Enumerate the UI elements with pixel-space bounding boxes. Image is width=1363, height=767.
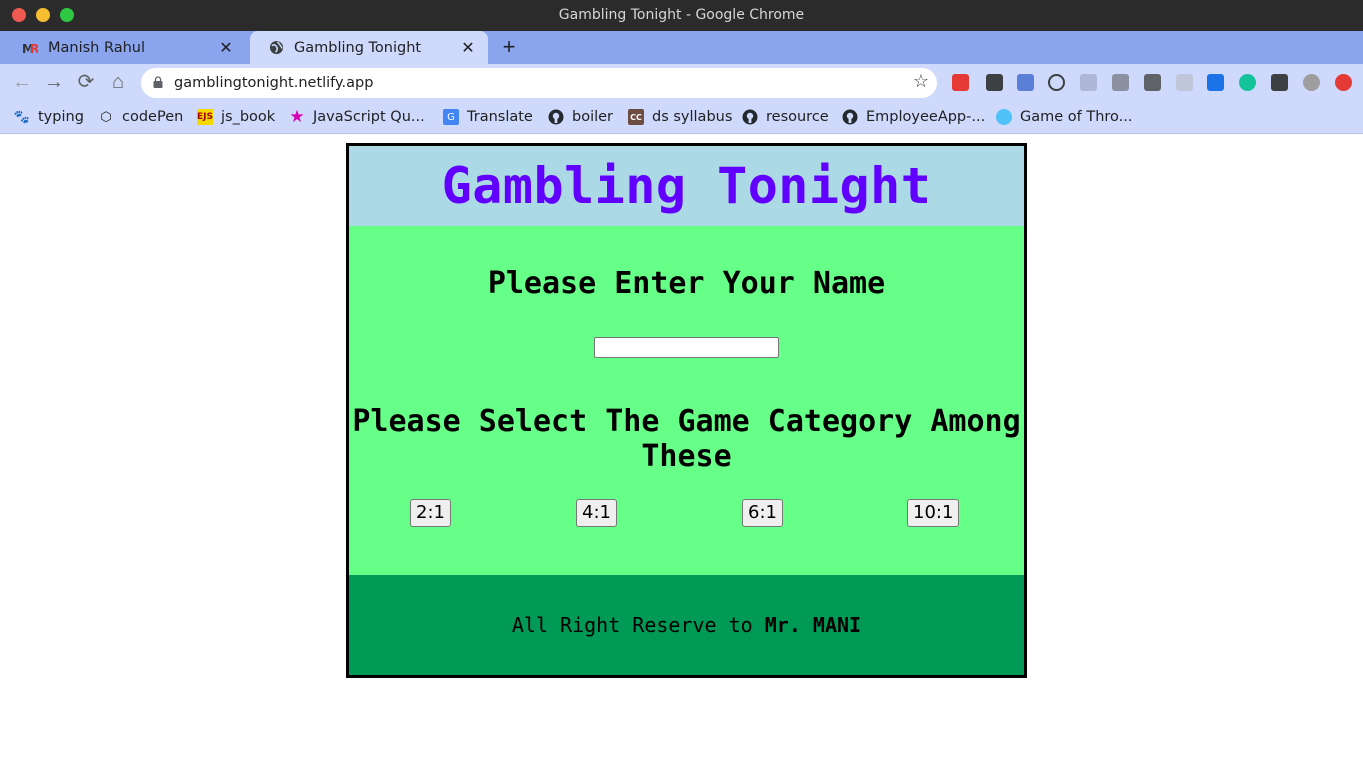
tab-strip: MR Manish Rahul ✕ Gambling Tonight ✕ + (0, 31, 1363, 64)
svg-text:R: R (30, 42, 38, 55)
forward-arrow-icon[interactable]: → (42, 70, 66, 94)
home-icon[interactable]: ⌂ (106, 70, 130, 94)
back-arrow-icon[interactable]: ← (10, 70, 34, 94)
category-prompt: Please Select The Game Category Among Th… (352, 404, 1021, 474)
bookmark-game-of-thrones[interactable]: Game of Thro... (996, 101, 1133, 133)
bookmark-label: ds syllabus (652, 109, 733, 125)
github-icon (842, 109, 858, 125)
extension-bars-icon[interactable] (1144, 74, 1161, 91)
card-header: Gambling Tonight (349, 146, 1024, 226)
cc-icon: CC (628, 109, 644, 125)
odds-6-1-button[interactable]: 6:1 (742, 499, 783, 527)
game-card: Gambling Tonight Please Enter Your Name … (346, 143, 1027, 678)
tab-manish-rahul[interactable]: MR Manish Rahul ✕ (4, 31, 246, 64)
paw-icon: 🐾 (13, 109, 31, 125)
extension-dot-icon[interactable] (1176, 74, 1193, 91)
bookmarks-bar: 🐾 typing ⬡ codePen EJS js_book ★ JavaScript … (0, 101, 1363, 134)
bookmark-label: Game of Thro... (1020, 109, 1133, 125)
bookmark-js-book[interactable]: EJS js_book (197, 101, 275, 133)
name-prompt: Please Enter Your Name (487, 266, 886, 301)
github-icon (742, 109, 758, 125)
extension-react-icon[interactable] (1080, 74, 1097, 91)
bookmark-codepen[interactable]: ⬡ codePen (98, 101, 183, 133)
address-bar[interactable]: gamblingtonight.netlify.app ☆ (141, 68, 937, 98)
extension-red-icon[interactable] (952, 74, 969, 91)
mr-favicon-icon: MR (22, 40, 38, 56)
grammarly-icon[interactable] (1239, 74, 1256, 91)
bookmark-javascript-qu[interactable]: ★ JavaScript Qu... (289, 101, 425, 133)
name-input[interactable] (594, 337, 779, 358)
card-footer: All Right Reserve to Mr. MANI (349, 575, 1024, 675)
bookmark-label: boiler (572, 109, 614, 125)
bookmark-translate[interactable]: G Translate (443, 101, 533, 133)
page-viewport: Gambling Tonight Please Enter Your Name … (0, 135, 1363, 767)
window-title: Gambling Tonight - Google Chrome (558, 7, 805, 23)
tab-close-icon[interactable]: ✕ (460, 38, 476, 57)
bookmark-label: Translate (467, 109, 533, 125)
odds-2-1-button[interactable]: 2:1 (410, 499, 451, 527)
extension-circle-icon[interactable] (1048, 74, 1065, 91)
tab-gambling-tonight[interactable]: Gambling Tonight ✕ (250, 31, 488, 64)
extension-badge-icon[interactable] (1017, 74, 1034, 91)
globe-icon (268, 40, 284, 56)
browser-toolbar: ← → ⟳ ⌂ gamblingtonight.netlify.app ☆ (0, 64, 1363, 101)
tab-label: Gambling Tonight (294, 39, 422, 56)
github-icon (548, 109, 564, 125)
bookmark-label: EmployeeApp-... (866, 109, 986, 125)
translate-icon: G (443, 109, 459, 125)
lock-icon (153, 76, 163, 88)
got-icon (996, 109, 1012, 125)
star-pink-icon: ★ (289, 107, 305, 127)
url-text: gamblingtonight.netlify.app (174, 75, 374, 91)
bookmark-star-icon[interactable]: ☆ (913, 71, 929, 92)
tab-close-icon[interactable]: ✕ (218, 38, 234, 57)
footer-text: All Right Reserve to (511, 613, 753, 637)
extension-send-icon[interactable] (1207, 74, 1224, 91)
update-arrow-icon[interactable] (1335, 74, 1352, 91)
extensions-puzzle-icon[interactable] (1271, 74, 1288, 91)
profile-avatar[interactable] (1303, 74, 1320, 91)
bookmark-label: resource (766, 109, 829, 125)
bookmark-resource[interactable]: resource (742, 101, 829, 133)
footer-owner: Mr. MANI (764, 613, 862, 637)
extension-c-icon[interactable] (1112, 74, 1129, 91)
ejs-icon: EJS (197, 109, 213, 125)
bookmark-label: codePen (122, 109, 184, 125)
tab-label: Manish Rahul (48, 39, 146, 56)
extension-pen-icon[interactable] (986, 74, 1003, 91)
reload-icon[interactable]: ⟳ (74, 70, 98, 94)
bookmark-boiler[interactable]: boiler (548, 101, 613, 133)
window-titlebar: Gambling Tonight - Google Chrome (0, 0, 1363, 31)
bookmark-ds-syllabus[interactable]: CC ds syllabus (628, 101, 732, 133)
odds-10-1-button[interactable]: 10:1 (907, 499, 960, 527)
bookmark-label: JavaScript Qu... (313, 109, 425, 125)
bookmark-label: js_book (221, 109, 276, 125)
new-tab-button[interactable]: + (498, 35, 520, 59)
page-title: Gambling Tonight (441, 157, 932, 215)
bookmark-typing[interactable]: 🐾 typing (14, 101, 84, 133)
codepen-icon: ⬡ (100, 109, 112, 125)
bookmark-label: typing (38, 109, 84, 125)
bookmark-employeeapp[interactable]: EmployeeApp-... (842, 101, 985, 133)
odds-4-1-button[interactable]: 4:1 (576, 499, 617, 527)
